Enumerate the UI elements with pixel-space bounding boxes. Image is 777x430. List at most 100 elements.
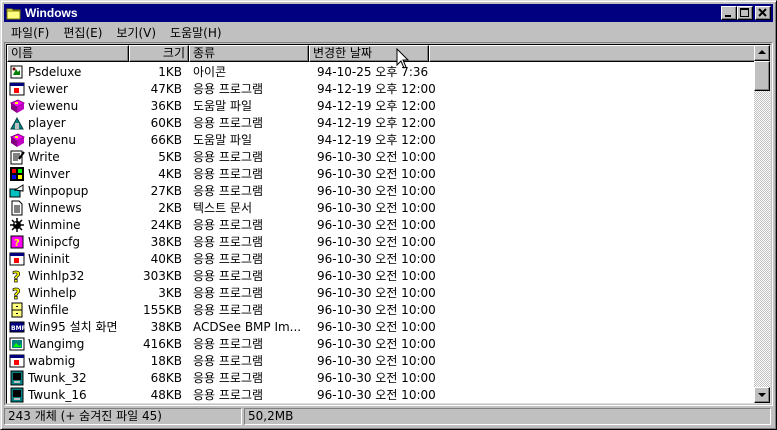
file-row[interactable]: Wininit 40KB 응용 프로그램 96-10-30 오전 10:00 [7,250,758,267]
file-size: 38KB [150,319,182,334]
file-size: 2KB [158,200,182,215]
file-name: Winipcfg [28,234,80,249]
vertical-scrollbar[interactable] [754,45,770,403]
file-size: 4KB [158,166,182,181]
minimize-button[interactable] [721,6,737,20]
file-row[interactable]: Psdeluxe 1KB 아이콘 94-10-25 오후 7:36 [7,63,758,80]
file-size: 3KB [158,285,182,300]
file-row[interactable]: Winfile 155KB 응용 프로그램 96-10-30 오전 10:00 [7,301,758,318]
file-row[interactable]: viewenu 36KB 도움말 파일 94-12-19 오후 12:00 [7,97,758,114]
scroll-thumb[interactable] [754,61,770,91]
file-name-cell: Wininit [7,251,129,267]
menu-file[interactable]: 파일(F) [4,24,56,41]
file-date: 96-10-30 오전 10:00 [317,167,436,181]
svg-text:BMP: BMP [11,325,25,332]
menu-edit[interactable]: 편집(E) [56,24,109,41]
file-date: 96-10-30 오전 10:00 [317,337,436,351]
column-name[interactable]: 이름 [7,45,129,62]
file-name: Twunk_16 [28,387,87,402]
svg-text:?: ? [12,268,21,284]
file-name: wabmig [28,353,76,368]
file-type: 도움말 파일 [193,133,253,147]
scroll-down-button[interactable] [754,387,770,403]
file-row[interactable]: ? Winipcfg 38KB 응용 프로그램 96-10-30 오전 10:00 [7,233,758,250]
column-date[interactable]: 변경한 날짜 [309,45,429,62]
file-row[interactable]: ? Winhelp 3KB 응용 프로그램 96-10-30 오전 10:00 [7,284,758,301]
file-type: 아이콘 [193,65,227,79]
file-size: 27KB [150,183,182,198]
arrow-up-icon [758,50,766,54]
arrow-down-icon [758,393,766,397]
file-name-cell: ? Winipcfg [7,234,129,250]
file-type: 응용 프로그램 [193,116,264,130]
file-type: 응용 프로그램 [193,354,264,368]
file-type: 응용 프로그램 [193,388,264,402]
column-size[interactable]: 크기 [129,45,189,62]
file-name: Winfile [28,302,69,317]
file-date: 96-10-30 오전 10:00 [317,235,436,249]
file-row[interactable]: Wangimg 416KB 응용 프로그램 96-10-30 오전 10:00 [7,335,758,352]
file-row[interactable]: Winmine 24KB 응용 프로그램 96-10-30 오전 10:00 [7,216,758,233]
column-type[interactable]: 종류 [189,45,309,62]
file-name-cell: Winver [7,166,129,182]
icon-file-icon [10,65,23,78]
close-button[interactable] [755,6,771,20]
file-row[interactable]: Winnews 2KB 텍스트 문서 96-10-30 오전 10:00 [7,199,758,216]
svg-text:?: ? [12,285,21,301]
file-name: Psdeluxe [28,64,82,79]
file-name: Winhlp32 [28,268,85,283]
file-row[interactable]: Twunk_16 48KB 응용 프로그램 96-10-30 오전 10:00 [7,386,758,403]
file-date: 96-10-30 오전 10:00 [317,184,436,198]
file-row[interactable]: Winpopup 27KB 응용 프로그램 96-10-30 오전 10:00 [7,182,758,199]
menu-help[interactable]: 도움말(H) [163,24,229,41]
close-icon [758,8,767,17]
windows-app-icon [10,166,24,181]
file-row[interactable]: player 60KB 응용 프로그램 94-12-19 오후 12:00 [7,114,758,131]
file-type: ACDSee BMP Im... [193,319,302,334]
file-row[interactable]: wabmig 18KB 응용 프로그램 96-10-30 오전 10:00 [7,352,758,369]
file-type: 응용 프로그램 [193,269,264,283]
status-bar: 243 개체 (+ 숨겨진 파일 45) 50,2MB [4,408,773,426]
help-book-icon [9,132,25,147]
file-date: 96-10-30 오전 10:00 [317,303,436,317]
file-name-cell: Wangimg [7,336,129,352]
twain-app-icon [10,370,24,385]
app-window-icon [9,252,25,265]
bmp-image-icon: BMP [9,321,25,332]
file-name-cell: viewer [7,81,129,97]
file-date: 96-10-30 오전 10:00 [317,252,436,266]
file-date: 96-10-30 오전 10:00 [317,150,436,164]
menu-view[interactable]: 보기(V) [109,24,163,41]
file-row[interactable]: playenu 66KB 도움말 파일 94-12-19 오후 12:00 [7,131,758,148]
file-size: 303KB [142,268,182,283]
file-name-cell: ? Winhlp32 [7,268,129,284]
twain-app-icon [10,387,24,402]
file-type: 응용 프로그램 [193,150,264,164]
file-rows: Psdeluxe 1KB 아이콘 94-10-25 오후 7:36 viewer 47KB… [7,63,758,403]
maximize-icon [740,8,749,17]
file-size: 24KB [150,217,182,232]
file-name: viewenu [28,98,79,113]
file-row[interactable]: Twunk_32 68KB 응용 프로그램 96-10-30 오전 10:00 [7,369,758,386]
imaging-app-icon [9,337,25,350]
file-size: 18KB [150,353,182,368]
file-name: Winmine [28,217,81,232]
minimize-icon [725,15,731,17]
mine-icon [10,217,24,232]
title-bar[interactable]: Windows [4,4,773,22]
file-size: 40KB [150,251,182,266]
file-row[interactable]: viewer 47KB 응용 프로그램 94-12-19 오후 12:00 [7,80,758,97]
maximize-button[interactable] [737,6,753,20]
file-size: 416KB [142,336,182,351]
file-name: viewer [28,81,68,96]
file-date: 96-10-30 오전 10:00 [317,269,436,283]
mouse-cursor-icon [396,48,410,69]
file-row[interactable]: BMP Win95 설치 화면 38KB ACDSee BMP Im... 96-10-… [7,318,758,335]
file-row[interactable]: Write 5KB 응용 프로그램 96-10-30 오전 10:00 [7,148,758,165]
scroll-up-button[interactable] [754,45,770,61]
file-row[interactable]: Winver 4KB 응용 프로그램 96-10-30 오전 10:00 [7,165,758,182]
status-object-count: 243 개체 (+ 숨겨진 파일 45) [4,408,242,425]
file-name-cell: Twunk_32 [7,370,129,386]
file-name: playenu [28,132,76,147]
file-row[interactable]: ? Winhlp32 303KB 응용 프로그램 96-10-30 오전 10:00 [7,267,758,284]
